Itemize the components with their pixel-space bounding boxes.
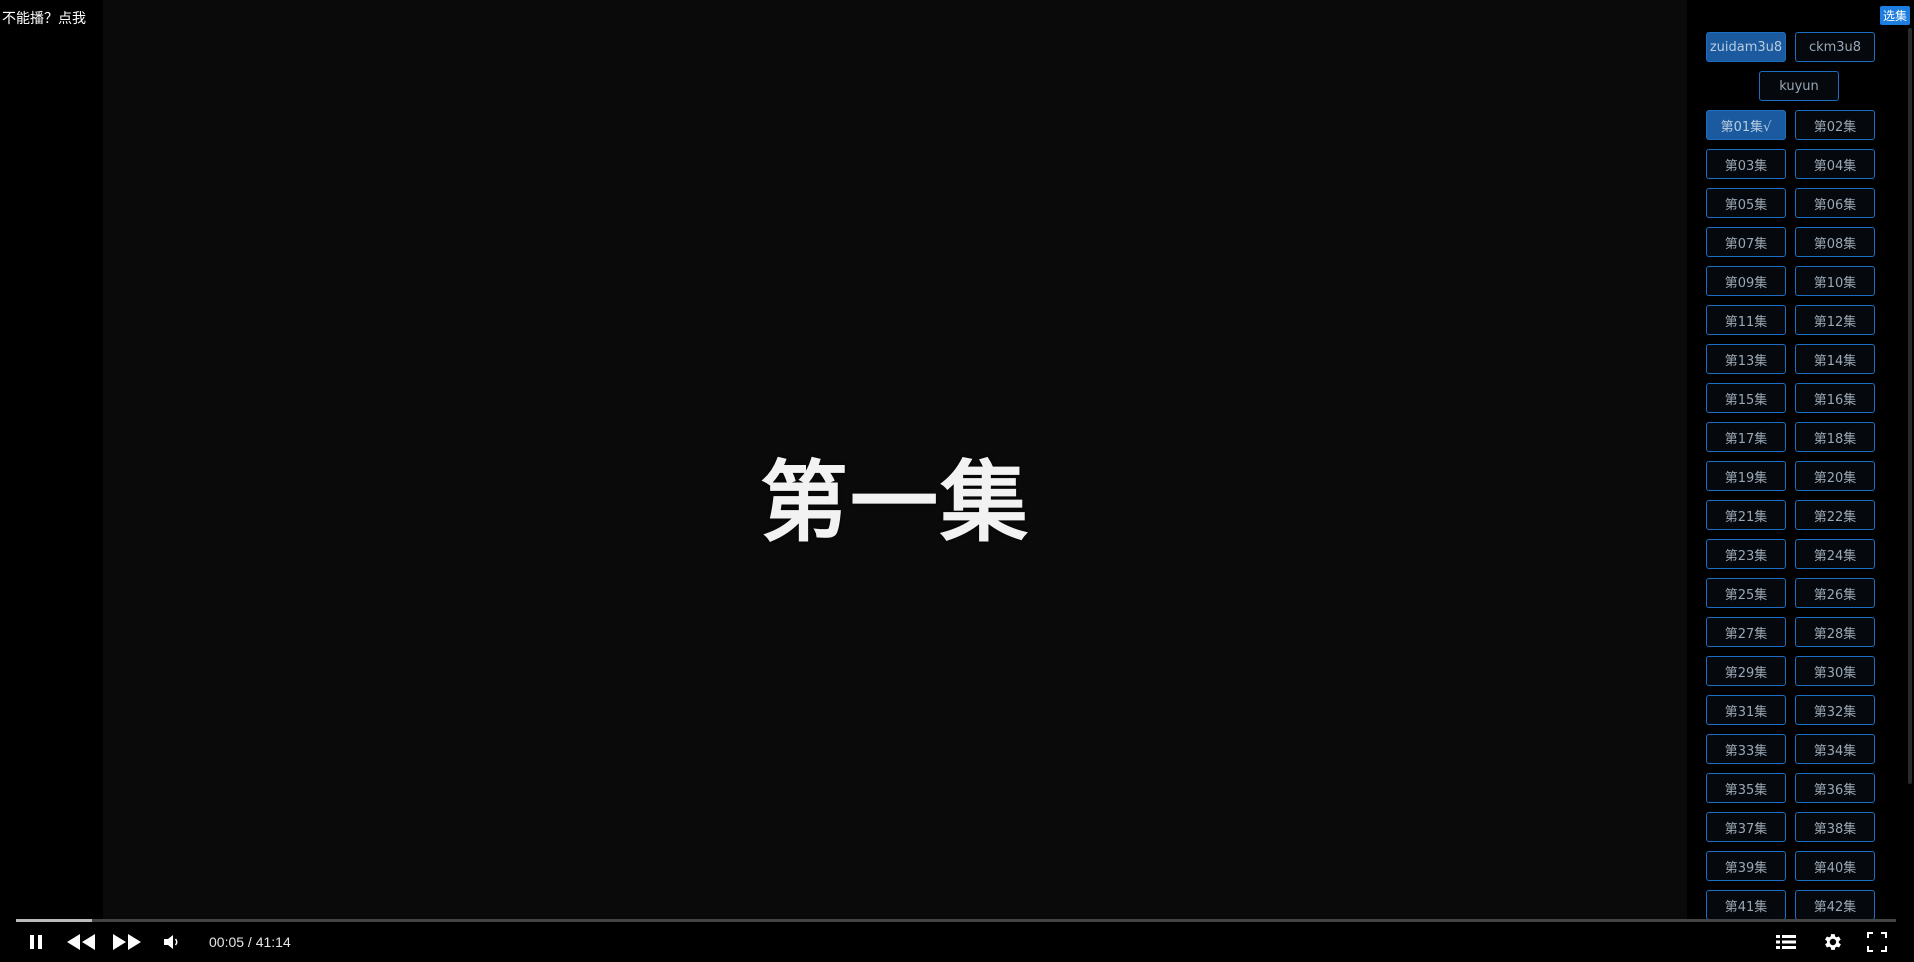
volume-button[interactable] — [160, 932, 184, 952]
fullscreen-button[interactable] — [1865, 932, 1889, 952]
episode-button[interactable]: 第06集 — [1795, 188, 1875, 218]
episode-row: 第07集 第08集 — [1706, 227, 1892, 257]
episode-button[interactable]: 第04集 — [1795, 149, 1875, 179]
episode-button[interactable]: 第20集 — [1795, 461, 1875, 491]
episode-button[interactable]: 第34集 — [1795, 734, 1875, 764]
settings-button[interactable] — [1820, 932, 1844, 952]
episode-button[interactable]: 第37集 — [1706, 812, 1786, 842]
episode-button[interactable]: 第11集 — [1706, 305, 1786, 335]
episode-panel-scrollbar[interactable] — [1908, 28, 1912, 784]
time-current: 00:05 — [209, 934, 245, 950]
episode-row: 第29集 第30集 — [1706, 656, 1892, 686]
source-button[interactable]: ckm3u8 — [1795, 32, 1875, 62]
time-display: 00:05 / 41:14 — [209, 934, 291, 950]
episode-button[interactable]: 第33集 — [1706, 734, 1786, 764]
source-button[interactable]: kuyun — [1759, 71, 1839, 101]
episode-button[interactable]: 第30集 — [1795, 656, 1875, 686]
episode-button[interactable]: 第05集 — [1706, 188, 1786, 218]
episode-row: 第19集 第20集 — [1706, 461, 1892, 491]
episode-row: 第03集 第04集 — [1706, 149, 1892, 179]
episode-title-overlay: 第一集 — [759, 451, 1030, 554]
episode-button[interactable]: 第08集 — [1795, 227, 1875, 257]
pause-button[interactable] — [24, 932, 48, 952]
episode-row: 第05集 第06集 — [1706, 188, 1892, 218]
control-bar: 00:05 / 41:14 — [0, 922, 1914, 962]
episode-list: 第01集√ 第02集 第03集 第04集 第05集 第06集 第07集 第08集 第09集 第10… — [1706, 110, 1892, 920]
episode-button[interactable]: 第26集 — [1795, 578, 1875, 608]
episode-button[interactable]: 第18集 — [1795, 422, 1875, 452]
episode-button[interactable]: 第27集 — [1706, 617, 1786, 647]
episode-row: 第31集 第32集 — [1706, 695, 1892, 725]
source-row: zuidam3u8 ckm3u8 — [1706, 32, 1892, 62]
fullscreen-icon — [1867, 932, 1887, 952]
episode-button[interactable]: 第03集 — [1706, 149, 1786, 179]
time-separator: / — [244, 934, 256, 950]
episode-button[interactable]: 第32集 — [1795, 695, 1875, 725]
episode-button[interactable]: 第23集 — [1706, 539, 1786, 569]
playlist-icon — [1776, 935, 1796, 949]
time-total: 41:14 — [255, 934, 291, 950]
episode-button[interactable]: 第31集 — [1706, 695, 1786, 725]
episode-row: 第11集 第12集 — [1706, 305, 1892, 335]
episode-row: 第35集 第36集 — [1706, 773, 1892, 803]
episode-row: 第33集 第34集 — [1706, 734, 1892, 764]
video-frame[interactable]: 第一集 — [103, 0, 1687, 920]
episode-button[interactable]: 第10集 — [1795, 266, 1875, 296]
episode-button[interactable]: 第19集 — [1706, 461, 1786, 491]
episode-button[interactable]: 第21集 — [1706, 500, 1786, 530]
pause-icon — [30, 935, 42, 949]
episode-row: 第37集 第38集 — [1706, 812, 1892, 842]
episode-button[interactable]: 第25集 — [1706, 578, 1786, 608]
episode-row: 第21集 第22集 — [1706, 500, 1892, 530]
episode-button[interactable]: 第39集 — [1706, 851, 1786, 881]
episode-row: 第09集 第10集 — [1706, 266, 1892, 296]
fast-forward-icon — [113, 934, 141, 950]
episode-button[interactable]: 第28集 — [1795, 617, 1875, 647]
episode-panel: zuidam3u8 ckm3u8 kuyun 第01集√ 第02集 第03集 第04集… — [1706, 32, 1892, 920]
episode-row: 第39集 第40集 — [1706, 851, 1892, 881]
episode-button[interactable]: 第24集 — [1795, 539, 1875, 569]
playlist-button[interactable] — [1774, 932, 1798, 952]
rewind-button[interactable] — [64, 932, 98, 952]
episode-button[interactable]: 第16集 — [1795, 383, 1875, 413]
episode-button[interactable]: 第15集 — [1706, 383, 1786, 413]
episode-button[interactable]: 第09集 — [1706, 266, 1786, 296]
episode-row: 第27集 第28集 — [1706, 617, 1892, 647]
episode-button[interactable]: 第12集 — [1795, 305, 1875, 335]
episode-button[interactable]: 第07集 — [1706, 227, 1786, 257]
volume-icon — [164, 935, 178, 949]
episode-button[interactable]: 第29集 — [1706, 656, 1786, 686]
episode-button[interactable]: 第41集 — [1706, 890, 1786, 920]
episode-button[interactable]: 第17集 — [1706, 422, 1786, 452]
source-button[interactable]: zuidam3u8 — [1706, 32, 1786, 62]
episode-row: 第15集 第16集 — [1706, 383, 1892, 413]
episode-row: 第23集 第24集 — [1706, 539, 1892, 569]
episode-button[interactable]: 第35集 — [1706, 773, 1786, 803]
episode-button[interactable]: 第22集 — [1795, 500, 1875, 530]
episode-button[interactable]: 第02集 — [1795, 110, 1875, 140]
episode-button[interactable]: 第14集 — [1795, 344, 1875, 374]
episode-button[interactable]: 第13集 — [1706, 344, 1786, 374]
episode-button[interactable]: 第38集 — [1795, 812, 1875, 842]
rewind-icon — [67, 934, 95, 950]
episode-row: 第41集 第42集 — [1706, 890, 1892, 920]
select-episode-badge[interactable]: 选集 — [1879, 6, 1910, 25]
episode-row: 第25集 第26集 — [1706, 578, 1892, 608]
episode-button[interactable]: 第42集 — [1795, 890, 1875, 920]
episode-row: 第17集 第18集 — [1706, 422, 1892, 452]
cannot-play-help-link[interactable]: 不能播？点我 — [2, 8, 86, 28]
episode-row: 第01集√ 第02集 — [1706, 110, 1892, 140]
video-player[interactable]: 第一集 不能播？点我 选集 zuidam3u8 ckm3u8 kuyun 第01… — [0, 0, 1914, 962]
episode-button[interactable]: 第01集√ — [1706, 110, 1786, 140]
source-row: kuyun — [1706, 71, 1892, 101]
fast-forward-button[interactable] — [110, 932, 144, 952]
episode-button[interactable]: 第36集 — [1795, 773, 1875, 803]
gear-icon — [1825, 934, 1841, 950]
episode-row: 第13集 第14集 — [1706, 344, 1892, 374]
episode-button[interactable]: 第40集 — [1795, 851, 1875, 881]
